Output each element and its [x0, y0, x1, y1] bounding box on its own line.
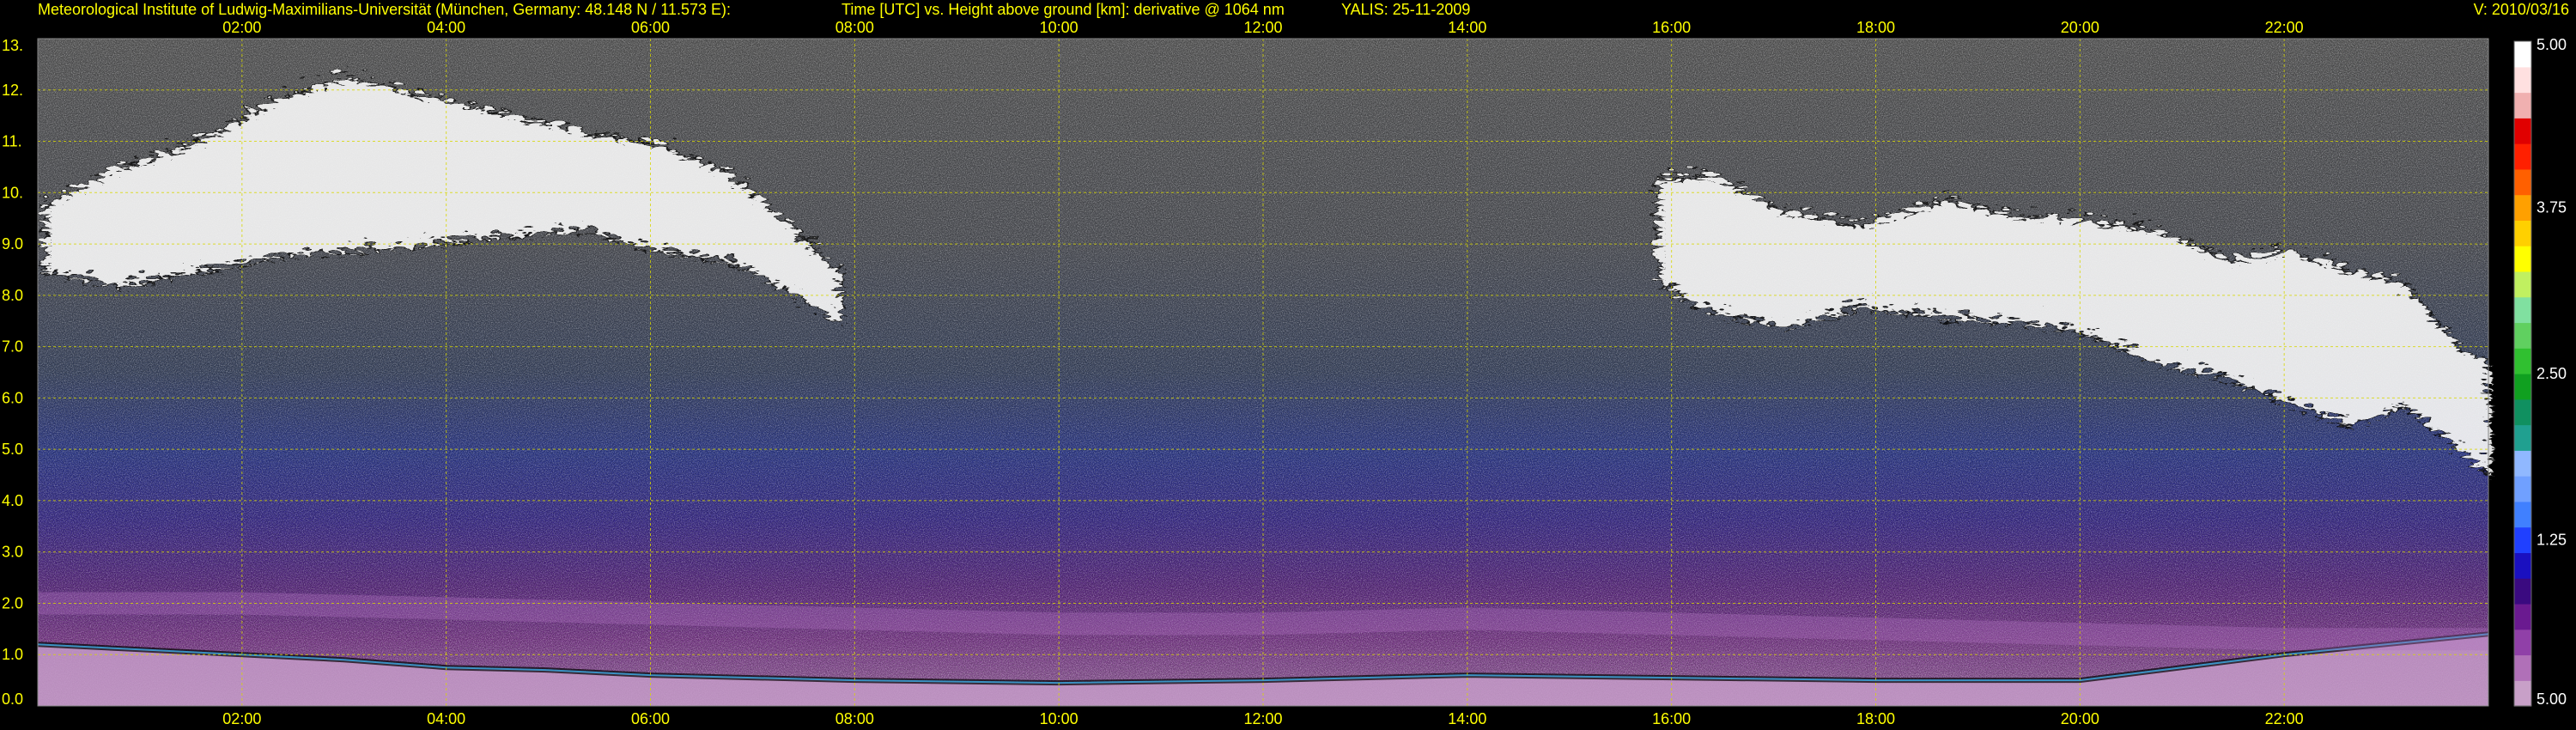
- x-tick-top: 18:00: [1856, 19, 1895, 36]
- header-version: V: 2010/03/16: [2474, 1, 2569, 18]
- colorbar-segment: [2514, 143, 2531, 170]
- x-tick-bottom: 06:00: [631, 710, 670, 727]
- header-title: Time [UTC] vs. Height above ground [km]:…: [841, 1, 1285, 18]
- colorbar-segment: [2514, 246, 2531, 272]
- header-institute: Meteorological Institute of Ludwig-Maxim…: [38, 1, 731, 18]
- colorbar-segment: [2514, 322, 2531, 349]
- colorbar-segment: [2514, 374, 2531, 400]
- y-tick: 11.: [2, 133, 22, 150]
- colorbar-segment: [2514, 348, 2531, 374]
- colorbar-segment: [2514, 424, 2531, 451]
- colorbar-segment: [2514, 194, 2531, 221]
- colorbar-label: 3.75: [2537, 199, 2567, 216]
- x-tick-bottom: 20:00: [2061, 710, 2099, 727]
- x-tick-top: 12:00: [1243, 19, 1282, 36]
- y-tick: 8.0: [2, 287, 23, 304]
- x-tick-top: 10:00: [1040, 19, 1078, 36]
- colorbar-segment: [2514, 92, 2531, 119]
- colorbar-segment: [2514, 476, 2531, 502]
- x-tick-bottom: 02:00: [222, 710, 261, 727]
- x-tick-top: 16:00: [1652, 19, 1691, 36]
- x-tick-bottom: 12:00: [1243, 710, 1282, 727]
- y-tick: 10.: [2, 184, 23, 201]
- x-tick-top: 06:00: [631, 19, 670, 36]
- colorbar-segment: [2514, 450, 2531, 477]
- colorbar-label: 1.25: [2537, 532, 2567, 549]
- x-tick-top: 20:00: [2061, 19, 2099, 36]
- y-tick: 9.0: [2, 235, 23, 252]
- colorbar-segment: [2514, 680, 2531, 707]
- y-tick: 3.0: [2, 544, 23, 561]
- x-ticks-bottom: 02:00 04:00 06:00 08:00 10:00 12:00 14:00 16:00…: [222, 710, 2303, 727]
- colorbar-segment: [2514, 552, 2531, 579]
- colorbar-segment: [2514, 603, 2531, 630]
- y-tick: 7.0: [2, 338, 23, 356]
- colorbar-segment: [2514, 41, 2531, 68]
- x-tick-top: 08:00: [835, 19, 874, 36]
- colorbar-segment: [2514, 271, 2531, 298]
- colorbar-label: 5.00: [2537, 36, 2567, 53]
- x-tick-bottom: 10:00: [1040, 710, 1078, 727]
- colorbar-segment: [2514, 578, 2531, 605]
- colorbar-segment: [2514, 118, 2531, 144]
- header: Meteorological Institute of Ludwig-Maxim…: [38, 1, 2569, 18]
- x-tick-top: 04:00: [427, 19, 465, 36]
- colorbar-label: 5.00: [2537, 690, 2567, 708]
- x-tick-top: 02:00: [222, 19, 261, 36]
- x-tick-top: 22:00: [2265, 19, 2304, 36]
- x-tick-bottom: 14:00: [1448, 710, 1486, 727]
- colorbar-segment: [2514, 220, 2531, 246]
- colorbar-segment: [2514, 654, 2531, 681]
- colorbar-segment: [2514, 296, 2531, 324]
- colorbar-segment: [2514, 501, 2531, 528]
- x-tick-bottom: 08:00: [835, 710, 874, 727]
- colorbar-segment: [2514, 526, 2531, 553]
- y-tick: 0.0: [2, 690, 23, 708]
- x-ticks-top: 02:00 04:00 06:00 08:00 10:00 12:00 14:00 16:00…: [222, 19, 2303, 36]
- x-tick-bottom: 18:00: [1856, 710, 1895, 727]
- lidar-chart: 02:00 04:00 06:00 08:00 10:00 12:00 14:00 16:00…: [2, 1, 2569, 727]
- y-tick: 6.0: [2, 389, 23, 406]
- x-tick-bottom: 16:00: [1652, 710, 1691, 727]
- x-tick-bottom: 04:00: [427, 710, 465, 727]
- colorbar: 5.00 3.75 2.50 1.25 5.00: [2513, 36, 2567, 708]
- colorbar-segment: [2514, 66, 2531, 94]
- x-tick-bottom: 22:00: [2265, 710, 2304, 727]
- colorbar-label: 2.50: [2537, 365, 2567, 382]
- y-tick: 4.0: [2, 492, 23, 509]
- y-tick: 12.: [2, 82, 23, 99]
- colorbar-segment: [2514, 168, 2531, 196]
- y-tick: 1.0: [2, 646, 23, 663]
- y-tick: 13.: [2, 37, 23, 54]
- x-tick-top: 14:00: [1448, 19, 1486, 36]
- header-site-date: YALIS: 25-11-2009: [1341, 1, 1470, 18]
- colorbar-segment: [2514, 629, 2531, 656]
- colorbar-segment: [2514, 398, 2531, 426]
- y-tick: 5.0: [2, 441, 23, 458]
- plot-area: [36, 38, 2489, 707]
- y-ticks: 0.0 1.0 2.0 3.0 4.0 5.0 6.0 7.0 8.0 9.0 10. 11. 12. 1…: [2, 37, 23, 708]
- y-tick: 2.0: [2, 594, 23, 611]
